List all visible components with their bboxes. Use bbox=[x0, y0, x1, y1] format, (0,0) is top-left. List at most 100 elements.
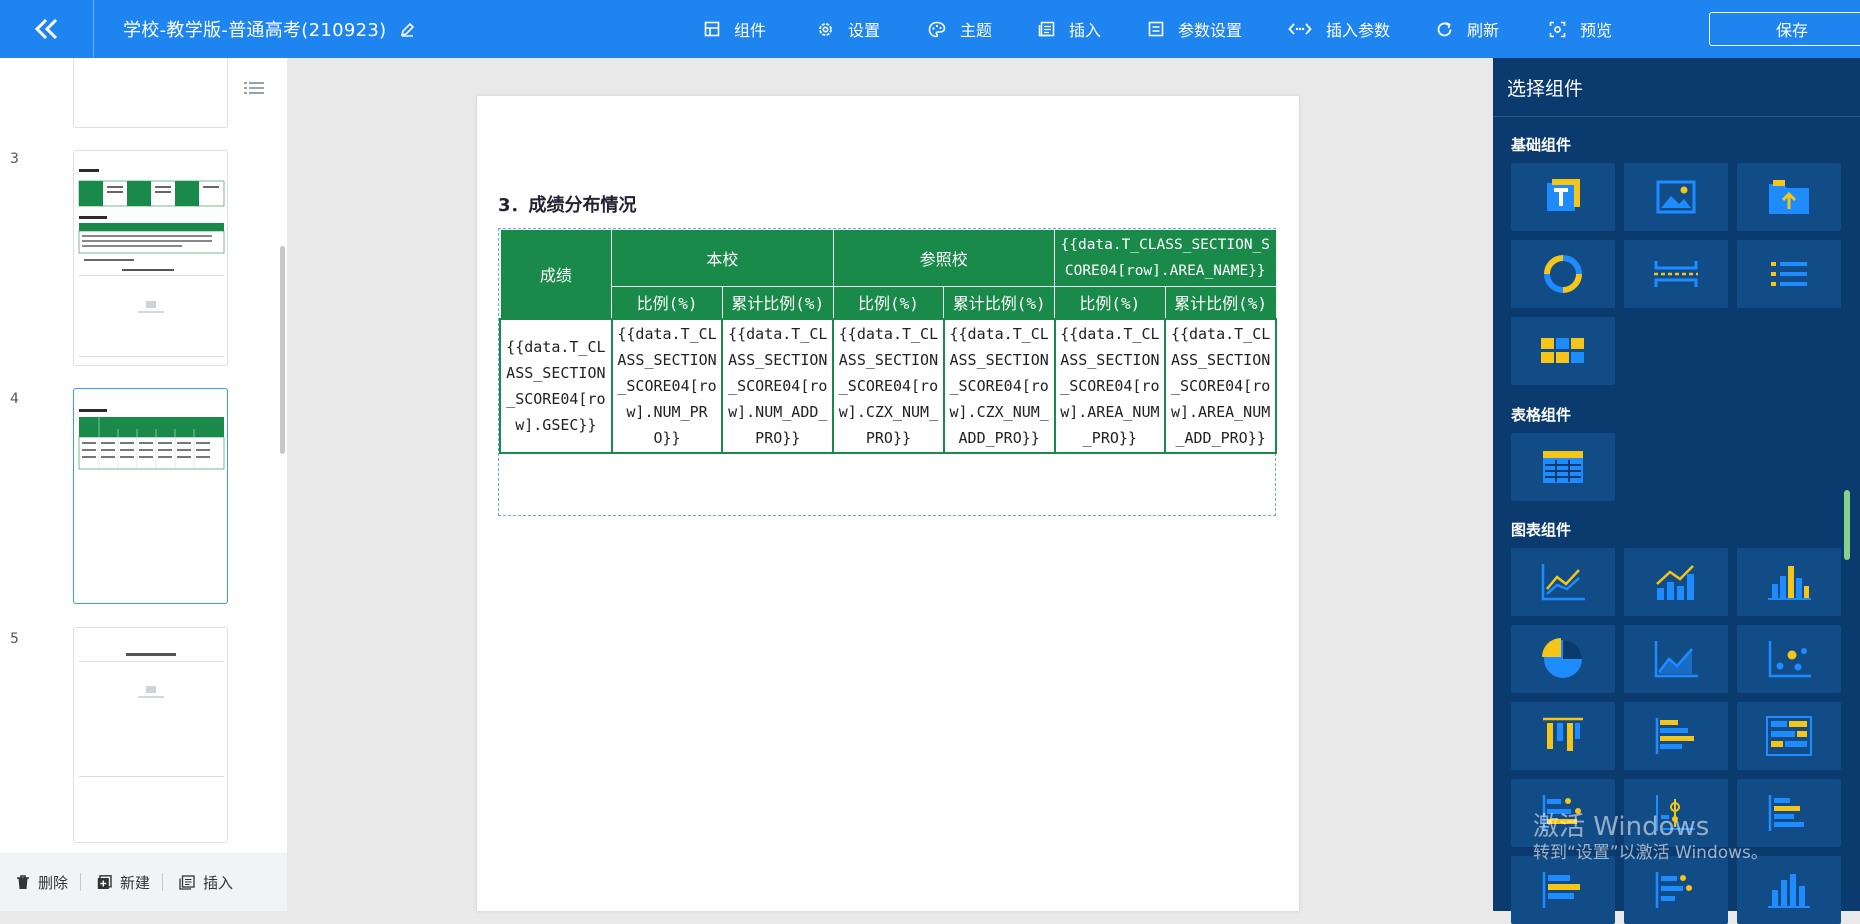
component-bar-dots-chart[interactable] bbox=[1624, 856, 1728, 924]
insert-page-button[interactable]: 插入 bbox=[163, 872, 245, 893]
tool-insert[interactable]: 插入 bbox=[1038, 17, 1148, 41]
page-thumbnails[interactable]: 3 4 5 bbox=[0, 58, 287, 853]
pie-chart-icon bbox=[1542, 638, 1582, 678]
hbar-chart-icon bbox=[1542, 872, 1580, 908]
scatter-chart-icon bbox=[1768, 641, 1811, 678]
tool-theme-label: 主题 bbox=[960, 21, 993, 40]
component-scatter-chart[interactable] bbox=[1737, 625, 1841, 693]
table-cell[interactable]: {{data.T_CLASS_SECTION_SCORE04[row].GSEC… bbox=[499, 317, 613, 454]
bar-chart-icon bbox=[1768, 566, 1811, 600]
component-horizontal-bar-chart[interactable] bbox=[1624, 702, 1728, 770]
column-chart-icon bbox=[1768, 874, 1810, 908]
table-cell[interactable]: {{data.T_CLASS_SECTION_SCORE04[row].CZX_… bbox=[832, 317, 945, 454]
add-page-icon bbox=[97, 874, 112, 889]
component-loop[interactable] bbox=[1511, 240, 1615, 308]
component-panel: 选择组件 基础组件 表格组件 图表组件 bbox=[1493, 58, 1860, 924]
header-cell-ratio[interactable]: 比例(%) bbox=[611, 286, 723, 319]
table-cell[interactable]: {{data.T_CLASS_SECTION_SCORE04[row].AREA… bbox=[1053, 317, 1167, 454]
line-chart-icon bbox=[1541, 564, 1585, 601]
tool-theme[interactable]: 主题 bbox=[928, 17, 1038, 41]
refresh-icon bbox=[1437, 21, 1452, 36]
component-panel-scrollbar[interactable] bbox=[1844, 490, 1850, 560]
code-icon bbox=[1288, 23, 1312, 35]
activation-watermark-subtitle: 转到“设置”以激活 Windows。 bbox=[1533, 843, 1768, 863]
preview-icon bbox=[1549, 21, 1566, 37]
document-title-text: 学校-教学版-普通高考(210923) bbox=[123, 20, 387, 41]
header-cell-reference-school[interactable]: 参照校 bbox=[832, 229, 1056, 287]
header-cell-score[interactable]: 成绩 bbox=[499, 229, 613, 319]
delete-page-button[interactable]: 删除 bbox=[0, 872, 80, 893]
header-cell-area[interactable]: {{data.T_CLASS_SECTION_SCORE04[row].AREA… bbox=[1054, 229, 1277, 287]
insert-icon bbox=[1038, 21, 1055, 37]
table-subheader-row: 比例(%) 累计比例(%) 比例(%) 累计比例(%) 比例(%) 累计比例(%… bbox=[500, 286, 1277, 319]
edit-title-icon[interactable] bbox=[400, 22, 415, 37]
tool-component-label: 组件 bbox=[734, 21, 767, 40]
page-list-panel: 3 4 5 删除 新建 插入 bbox=[0, 58, 287, 911]
component-pie-chart[interactable] bbox=[1511, 625, 1615, 693]
page-thumbnail-5[interactable] bbox=[73, 627, 228, 843]
header-cell-cum-ratio[interactable]: 累计比例(%) bbox=[1164, 286, 1277, 319]
component-layout[interactable] bbox=[1511, 317, 1615, 385]
component-column-range-chart[interactable] bbox=[1511, 702, 1615, 770]
tool-param-settings-label: 参数设置 bbox=[1178, 21, 1243, 40]
list-view-icon[interactable] bbox=[244, 80, 264, 99]
table-icon bbox=[1543, 451, 1583, 483]
component-bar-line-chart[interactable] bbox=[1624, 548, 1728, 616]
component-page-break[interactable] bbox=[1624, 240, 1728, 308]
component-bar-chart-3[interactable] bbox=[1511, 856, 1615, 924]
tool-settings[interactable]: 设置 bbox=[817, 17, 928, 41]
double-chevron-left-icon bbox=[34, 18, 57, 40]
header-cell-ratio[interactable]: 比例(%) bbox=[1054, 286, 1166, 319]
table-cell[interactable]: {{data.T_CLASS_SECTION_SCORE04[row].NUM_… bbox=[610, 317, 724, 454]
table-component[interactable]: 成绩 本校 参照校 {{data.T_CLASS_SECTION_SCORE04… bbox=[498, 228, 1277, 516]
component-upload[interactable] bbox=[1737, 163, 1841, 231]
save-button[interactable]: 保存 bbox=[1709, 12, 1860, 46]
back-button[interactable] bbox=[0, 0, 94, 58]
component-text[interactable] bbox=[1511, 163, 1615, 231]
tool-preview[interactable]: 预览 bbox=[1549, 17, 1659, 41]
table-cell[interactable]: {{data.T_CLASS_SECTION_SCORE04[row].NUM_… bbox=[721, 317, 835, 454]
header-cell-cum-ratio[interactable]: 累计比例(%) bbox=[721, 286, 834, 319]
new-label: 新建 bbox=[120, 873, 151, 892]
tool-component[interactable]: 组件 bbox=[704, 17, 817, 41]
component-stacked-hbar-chart[interactable] bbox=[1737, 779, 1841, 847]
table-row: {{data.T_CLASS_SECTION_SCORE04[row].GSEC… bbox=[499, 317, 1277, 454]
group-title-table: 表格组件 bbox=[1511, 406, 1572, 424]
new-page-button[interactable]: 新建 bbox=[81, 872, 162, 893]
tool-param-settings[interactable]: 参数设置 bbox=[1148, 17, 1288, 41]
page-thumbnail-3[interactable] bbox=[73, 150, 228, 366]
group-title-chart: 图表组件 bbox=[1511, 521, 1572, 539]
table-cell[interactable]: {{data.T_CLASS_SECTION_SCORE04[row].CZX_… bbox=[942, 317, 1056, 454]
section-title[interactable]: 3．成绩分布情况 bbox=[498, 191, 637, 217]
score-distribution-table[interactable]: 成绩 本校 参照校 {{data.T_CLASS_SECTION_SCORE04… bbox=[499, 229, 1277, 454]
component-bar-chart[interactable] bbox=[1737, 548, 1841, 616]
header-cell-own-school[interactable]: 本校 bbox=[611, 229, 834, 287]
param-settings-icon bbox=[1148, 21, 1164, 37]
folder-upload-icon bbox=[1769, 180, 1809, 214]
tool-refresh-label: 刷新 bbox=[1467, 21, 1500, 40]
component-area-chart[interactable] bbox=[1624, 625, 1728, 693]
page-list-scrollbar[interactable] bbox=[280, 246, 285, 454]
tool-insert-param[interactable]: 插入参数 bbox=[1288, 17, 1436, 41]
component-image[interactable] bbox=[1624, 163, 1728, 231]
header-cell-cum-ratio[interactable]: 累计比例(%) bbox=[943, 286, 1056, 319]
bar-dots-chart-icon bbox=[1655, 872, 1692, 908]
page-number: 5 bbox=[10, 631, 19, 647]
component-table[interactable] bbox=[1511, 433, 1615, 501]
page-thumbnail-2[interactable] bbox=[73, 58, 228, 128]
top-bar: 学校-教学版-普通高考(210923) 组件 设置 主题 插入 参数设置 插入参… bbox=[0, 0, 1860, 58]
tool-refresh[interactable]: 刷新 bbox=[1436, 17, 1549, 41]
delete-label: 删除 bbox=[38, 873, 69, 892]
tool-insert-label: 插入 bbox=[1069, 21, 1102, 40]
header-cell-ratio[interactable]: 比例(%) bbox=[832, 286, 945, 319]
document-page[interactable]: 3．成绩分布情况 成绩 本校 参照校 {{data.T_CLASS_SECTIO… bbox=[477, 96, 1299, 911]
component-stacked-bar-chart[interactable] bbox=[1737, 702, 1841, 770]
divider bbox=[1493, 116, 1860, 117]
component-list[interactable] bbox=[1737, 240, 1841, 308]
component-column-chart[interactable] bbox=[1737, 856, 1841, 924]
grid-layout-icon bbox=[1541, 338, 1584, 363]
page-list-footer: 删除 新建 插入 bbox=[0, 853, 287, 911]
table-cell[interactable]: {{data.T_CLASS_SECTION_SCORE04[row].AREA… bbox=[1164, 317, 1277, 454]
page-thumbnail-4[interactable] bbox=[73, 388, 228, 604]
component-line-chart[interactable] bbox=[1511, 548, 1615, 616]
